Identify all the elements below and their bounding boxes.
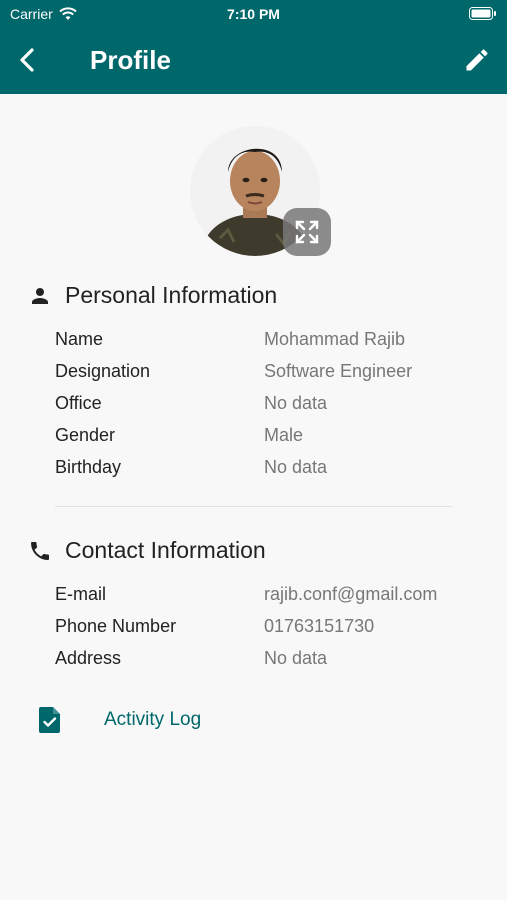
info-row-name: Name Mohammad Rajib xyxy=(55,329,475,361)
row-value: Male xyxy=(264,425,304,445)
row-label: Name xyxy=(55,329,104,349)
row-value: No data xyxy=(264,648,328,668)
page-title: Profile xyxy=(90,45,171,75)
status-bar: Carrier 7:10 PM xyxy=(0,0,507,28)
back-button[interactable] xyxy=(14,46,42,74)
battery-icon xyxy=(469,7,496,20)
info-row-address: Address No data xyxy=(55,648,475,680)
info-row-email: E-mail rajib.conf@gmail.com xyxy=(55,584,475,616)
info-row-phone: Phone Number 01763151730 xyxy=(55,616,475,648)
info-row-office: Office No data xyxy=(55,393,475,425)
pencil-icon xyxy=(466,49,488,71)
personal-info-heading: Personal Information xyxy=(28,282,277,309)
row-label: Birthday xyxy=(55,457,122,477)
row-label: Office xyxy=(55,393,102,413)
back-arrow-icon xyxy=(20,48,34,72)
expand-photo-button[interactable] xyxy=(283,208,331,256)
document-check-icon xyxy=(39,707,60,733)
row-value: Software Engineer xyxy=(264,361,413,381)
activity-log-label: Activity Log xyxy=(104,709,202,730)
row-value: No data xyxy=(264,393,328,413)
row-value: 01763151730 xyxy=(264,616,375,636)
status-time: 7:10 PM xyxy=(227,6,280,22)
app-header: Carrier 7:10 PM Profile xyxy=(0,0,507,94)
info-row-gender: Gender Male xyxy=(55,425,475,457)
row-label: Gender xyxy=(55,425,116,445)
row-value: No data xyxy=(264,457,328,477)
phone-icon xyxy=(31,541,49,560)
expand-icon xyxy=(295,220,319,244)
row-value: rajib.conf@gmail.com xyxy=(264,584,438,604)
person-icon xyxy=(32,287,48,304)
activity-log-link[interactable]: Activity Log xyxy=(38,706,201,734)
edit-profile-button[interactable] xyxy=(463,46,491,74)
info-row-designation: Designation Software Engineer xyxy=(55,361,475,393)
row-label: Phone Number xyxy=(55,616,177,636)
personal-info-title: Personal Information xyxy=(65,282,278,308)
row-label: Address xyxy=(55,648,122,668)
section-divider xyxy=(55,506,452,507)
row-value: Mohammad Rajib xyxy=(264,329,406,349)
row-label: E-mail xyxy=(55,584,107,604)
contact-info-heading: Contact Information xyxy=(28,537,266,564)
row-label: Designation xyxy=(55,361,151,381)
info-row-birthday: Birthday No data xyxy=(55,457,475,489)
contact-info-title: Contact Information xyxy=(65,537,266,563)
